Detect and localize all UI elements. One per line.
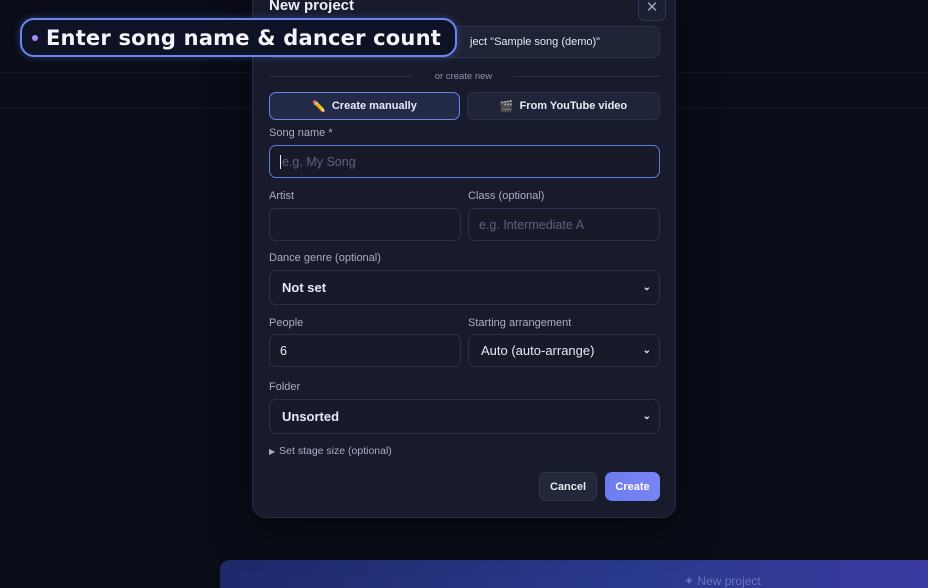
chevron-down-icon: ⌄: [642, 411, 651, 422]
song-name-label: Song name *: [269, 127, 333, 139]
onboarding-tooltip: Enter song name & dancer count: [20, 18, 457, 57]
tooltip-text: Enter song name & dancer count: [46, 25, 441, 50]
new-project-bar-label: ✦ New project: [684, 574, 761, 588]
people-value: 6: [280, 343, 287, 358]
pencil-icon: ✏️: [312, 100, 326, 113]
arrangement-select[interactable]: Auto (auto-arrange) ⌄: [468, 334, 660, 367]
genre-select[interactable]: Not set ⌄: [269, 270, 660, 305]
new-project-bar[interactable]: [220, 560, 928, 588]
divider-right: [514, 76, 660, 77]
genre-selected: Not set: [282, 280, 327, 295]
chevron-down-icon: ⌄: [642, 345, 651, 356]
tab-label: From YouTube video: [519, 100, 628, 112]
tab-label: Create manually: [331, 100, 417, 112]
artist-label: Artist: [269, 190, 295, 202]
arrangement-label: Starting arrangement: [468, 317, 572, 329]
cancel-button[interactable]: Cancel: [539, 472, 597, 501]
dialog-title: New project: [269, 0, 355, 14]
chevron-down-icon: ⌄: [642, 282, 651, 293]
folder-selected: Unsorted: [282, 409, 340, 424]
song-name-placeholder: e.g. My Song: [282, 154, 356, 169]
folder-select[interactable]: Unsorted ⌄: [269, 399, 660, 434]
tab-from-youtube[interactable]: 🎬 From YouTube video: [467, 92, 660, 120]
song-name-input[interactable]: e.g. My Song: [269, 145, 660, 178]
class-input[interactable]: e.g. Intermediate A: [468, 208, 660, 241]
close-button[interactable]: ✕: [638, 0, 666, 21]
tab-create-manually[interactable]: ✏️ Create manually: [269, 92, 460, 120]
sample-project-label: ject "Sample song (demo)": [470, 36, 601, 48]
bullet-dot-icon: [32, 34, 38, 41]
create-button[interactable]: Create: [605, 472, 660, 501]
people-input[interactable]: 6: [269, 334, 461, 367]
clapperboard-icon: 🎬: [499, 100, 514, 113]
folder-label: Folder: [269, 381, 301, 393]
divider-left: [269, 76, 413, 77]
class-placeholder: e.g. Intermediate A: [479, 217, 584, 232]
text-cursor: [280, 154, 281, 169]
genre-label: Dance genre (optional): [269, 252, 381, 264]
stage-size-label: Set stage size (optional): [279, 445, 392, 457]
divider-text: or create new: [434, 71, 493, 82]
close-icon: ✕: [645, 0, 659, 16]
stage-size-toggle[interactable]: ▶ Set stage size (optional): [269, 445, 392, 457]
people-label: People: [269, 317, 304, 329]
triangle-right-icon: ▶: [269, 447, 276, 456]
new-project-dialog: New project ✕ ject "Sample song (demo)" …: [252, 0, 676, 518]
arrangement-selected: Auto (auto-arrange): [481, 343, 595, 358]
artist-input[interactable]: [269, 208, 461, 241]
class-label: Class (optional): [468, 190, 545, 202]
